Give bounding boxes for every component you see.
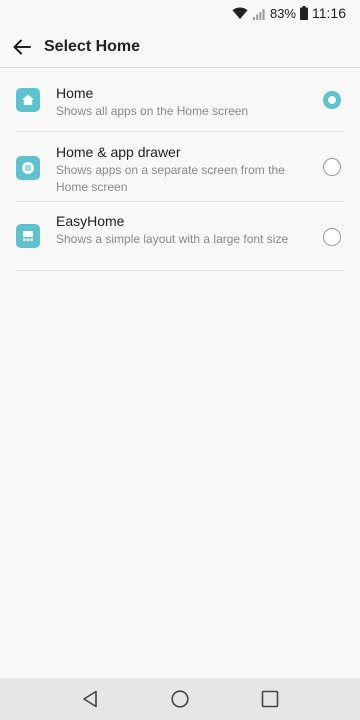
option-description: Shows a simple layout with a large font …	[56, 232, 289, 246]
easyhome-launcher-icon	[16, 224, 40, 248]
option-description: Shows all apps on the Home screen	[56, 104, 249, 118]
nav-recents-button[interactable]	[225, 678, 315, 720]
option-easyhome-radio[interactable]	[323, 228, 341, 246]
app-bar: Select Home	[0, 26, 360, 68]
option-title: Home & app drawer	[56, 144, 181, 160]
option-title: EasyHome	[56, 213, 125, 229]
navigation-bar	[0, 678, 360, 720]
screen: 83% 11:16 Select Home Home Shows all app…	[0, 0, 360, 720]
option-description: Shows apps on a separate screen from the…	[56, 163, 285, 194]
option-home-app-drawer[interactable]: Home & app drawer Shows apps on a separa…	[16, 132, 344, 202]
option-home[interactable]: Home Shows all apps on the Home screen	[16, 68, 344, 132]
recents-square-icon	[261, 690, 279, 708]
back-triangle-icon	[82, 690, 98, 708]
status-bar: 83% 11:16	[0, 0, 360, 26]
back-button[interactable]	[0, 26, 44, 68]
home-options-list: Home Shows all apps on the Home screen H…	[0, 68, 360, 271]
option-title: Home	[56, 85, 94, 101]
battery-percent: 83%	[269, 5, 296, 21]
option-easyhome[interactable]: EasyHome Shows a simple layout with a la…	[16, 202, 344, 271]
battery-icon	[300, 6, 308, 20]
signal-icon	[252, 7, 266, 20]
clock: 11:16	[312, 5, 346, 21]
option-home-app-drawer-radio[interactable]	[323, 158, 341, 176]
wifi-icon	[232, 7, 248, 20]
page-title: Select Home	[44, 37, 141, 55]
home-circle-icon	[171, 690, 189, 708]
nav-home-button[interactable]	[135, 678, 225, 720]
nav-back-button[interactable]	[45, 678, 135, 720]
option-home-radio[interactable]	[323, 91, 341, 109]
home-launcher-icon	[16, 88, 40, 112]
arrow-back-icon	[13, 39, 31, 55]
app-drawer-launcher-icon	[16, 156, 40, 180]
